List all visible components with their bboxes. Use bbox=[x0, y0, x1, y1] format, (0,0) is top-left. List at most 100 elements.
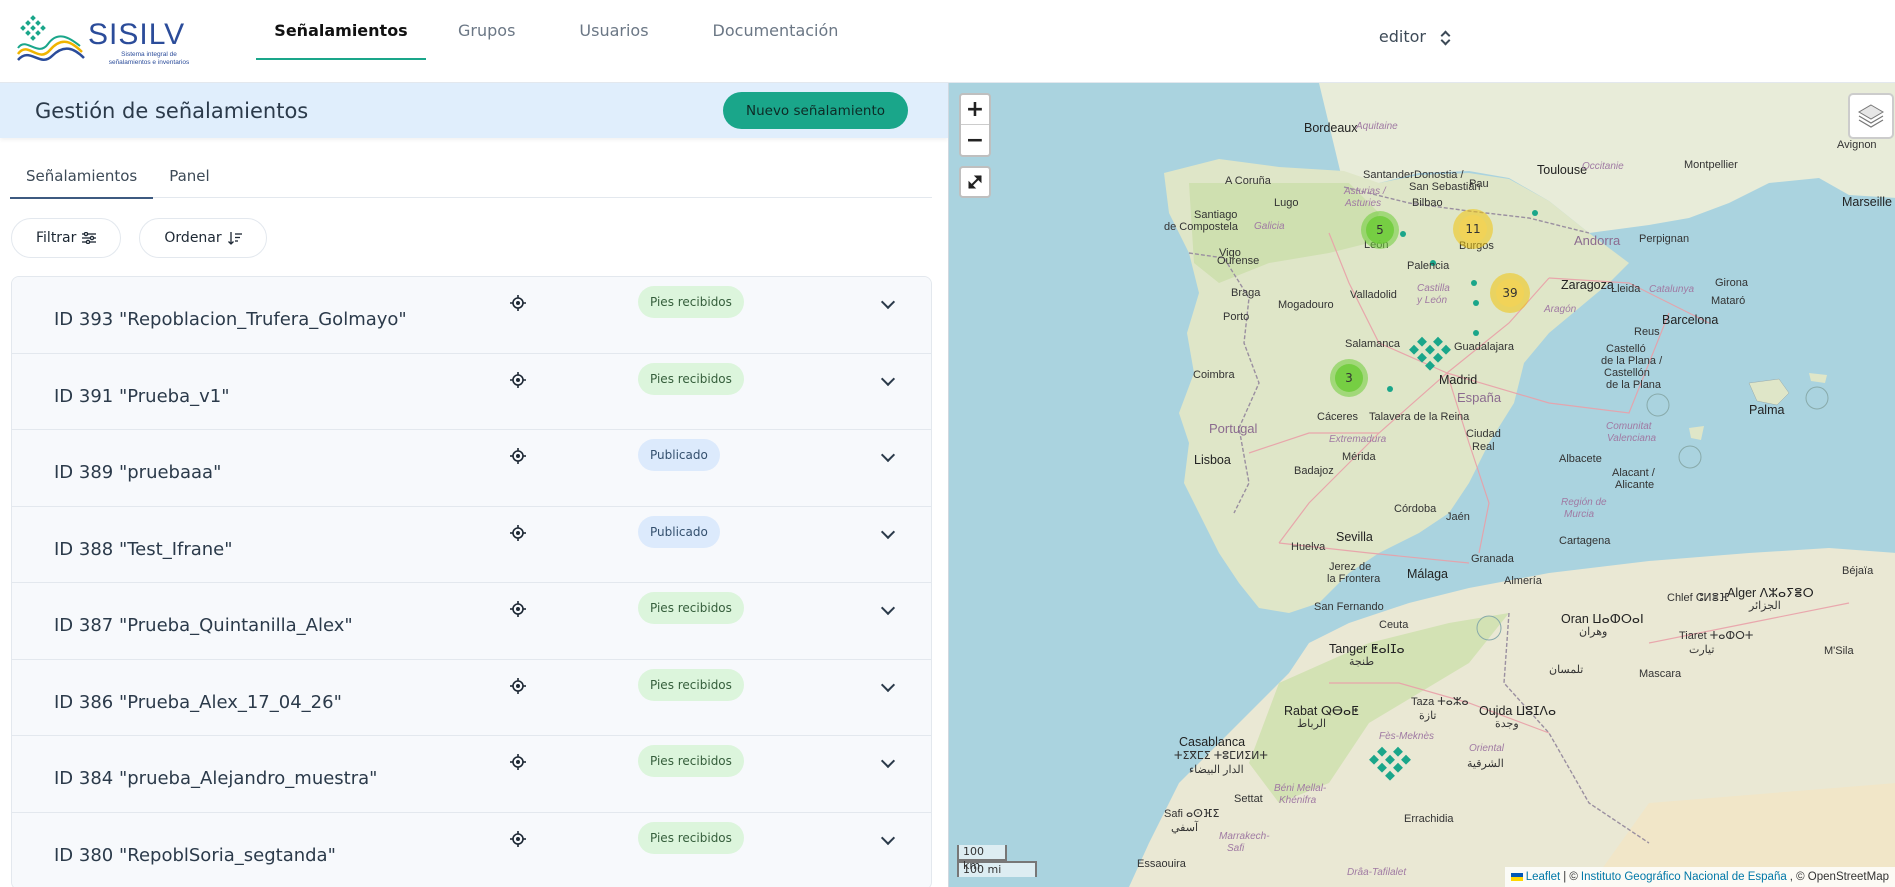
map-label-alger-ar: الجزائر bbox=[1749, 600, 1781, 612]
sisilv-logo[interactable]: SISILV Sistema integral de señalamientos… bbox=[16, 14, 189, 68]
chevron-down-icon[interactable] bbox=[880, 600, 896, 616]
map-label-asturies: Asturies bbox=[1345, 198, 1382, 209]
nav-item-documentacion[interactable]: Documentación bbox=[681, 0, 871, 60]
section-header: Gestión de señalamientos Nuevo señalamie… bbox=[0, 83, 948, 138]
locate-icon[interactable] bbox=[510, 524, 526, 541]
page-title: Gestión de señalamientos bbox=[35, 98, 309, 123]
chevron-down-icon[interactable] bbox=[880, 524, 896, 539]
status-badge: Publicado bbox=[638, 515, 720, 548]
list-item[interactable]: ID 389 "pruebaaa" Publicado bbox=[12, 430, 931, 507]
list-item[interactable]: ID 380 "RepoblSoria_segtanda" Pies recibi… bbox=[12, 812, 931, 887]
new-senalamiento-button[interactable]: Nuevo señalamiento bbox=[723, 92, 908, 129]
chevron-down-icon[interactable] bbox=[880, 294, 896, 310]
map-cluster-5[interactable]: 5 bbox=[1361, 211, 1399, 249]
list-item[interactable]: ID 391 "Prueba_v1" Pies recibidos bbox=[12, 353, 931, 430]
map-label-oujda: Oujda ⵡⵓⵊⴷⴰ bbox=[1479, 704, 1557, 718]
logo-subtitle: Sistema integral de señalamientos e inve… bbox=[108, 51, 190, 66]
map-label-mogadouro: Mogadouro bbox=[1278, 299, 1334, 311]
locate-icon[interactable] bbox=[510, 830, 526, 847]
zoom-out-button[interactable]: − bbox=[961, 125, 989, 155]
map-label-beni-2: Khénifra bbox=[1279, 795, 1317, 806]
map-label-draa-tafilalet: Drâa-Tafilalet bbox=[1347, 867, 1407, 878]
cluster-count: 3 bbox=[1335, 364, 1363, 392]
zoom-in-button[interactable]: + bbox=[961, 95, 989, 125]
status-badge: Pies recibidos bbox=[638, 286, 744, 318]
map-label-barcelona: Barcelona bbox=[1662, 313, 1719, 327]
map-label-castello-4: de la Plana bbox=[1606, 379, 1662, 391]
list-item[interactable]: ID 384 "prueba_Alejandro_muestra" Pies re… bbox=[12, 736, 931, 813]
cluster-count: 39 bbox=[1496, 279, 1524, 307]
logo-text: SISILV bbox=[88, 18, 186, 51]
cluster-count: 5 bbox=[1366, 216, 1394, 244]
chevron-down-icon[interactable] bbox=[880, 447, 896, 463]
fullscreen-button[interactable] bbox=[959, 166, 991, 198]
map-label-oujda-ar: وجدة bbox=[1495, 718, 1519, 730]
map-label-errachidia: Errachidia bbox=[1404, 813, 1454, 825]
senalamiento-title: ID 384 "prueba_Alejandro_muestra" bbox=[54, 768, 378, 789]
locate-icon[interactable] bbox=[510, 754, 526, 770]
senalamiento-title: ID 386 "Prueba_Alex_17_04_26" bbox=[54, 691, 342, 713]
map-label-asturias: Asturias / bbox=[1344, 186, 1386, 197]
locate-icon[interactable] bbox=[510, 371, 526, 388]
map-attribution: Leaflet | © Instituto Geográfico Naciona… bbox=[1504, 867, 1895, 887]
tab-senalamientos[interactable]: Señalamientos bbox=[10, 153, 154, 199]
map-label-perpignan: Perpignan bbox=[1639, 233, 1690, 245]
locate-icon[interactable] bbox=[510, 601, 526, 617]
chevron-down-icon[interactable] bbox=[880, 753, 896, 769]
sort-descending-icon bbox=[227, 231, 242, 245]
sort-button[interactable]: Ordenar bbox=[139, 218, 267, 258]
status-badge: Pies recibidos bbox=[638, 362, 744, 395]
map-circle-east bbox=[1646, 393, 1670, 417]
chevron-down-icon[interactable] bbox=[880, 371, 896, 386]
nav-item-senalamientos[interactable]: Señalamientos bbox=[256, 0, 426, 60]
ign-link[interactable]: Instituto Geográfico Nacional de España bbox=[1581, 871, 1787, 883]
map-label-fes-meknes: Fès-Meknès bbox=[1379, 731, 1435, 742]
filter-button[interactable]: Filtrar bbox=[11, 218, 122, 258]
map-label-safi-ar: آسفي bbox=[1171, 822, 1199, 834]
map-label-castello-2: de la Plana / bbox=[1601, 355, 1663, 367]
map-label-palma: Palma bbox=[1749, 403, 1785, 417]
map-label-oran-ar: وهران bbox=[1579, 626, 1608, 638]
map-label-mascara: Mascara bbox=[1639, 668, 1682, 680]
map-label-coimbra: Coimbra bbox=[1193, 369, 1235, 381]
user-name: editor bbox=[1378, 27, 1426, 46]
map-cluster-3[interactable]: 3 bbox=[1330, 359, 1368, 397]
map-cluster-11[interactable]: 11 bbox=[1453, 209, 1493, 249]
map-view[interactable]: Bordeaux Aquitaine Toulouse Occitanie Mo… bbox=[948, 83, 1895, 887]
map-label-santander: Santander bbox=[1363, 169, 1414, 181]
leaflet-link[interactable]: Leaflet bbox=[1526, 871, 1561, 883]
list-item[interactable]: ID 387 "Prueba_Quintanilla_Alex" Pies rec… bbox=[12, 583, 931, 660]
map-label-casablanca: Casablanca bbox=[1179, 735, 1246, 749]
user-menu[interactable]: editor bbox=[1379, 27, 1450, 46]
senalamientos-panel: Gestión de señalamientos Nuevo señalamie… bbox=[0, 83, 948, 887]
map-label-oriental-ar: الشرقية bbox=[1467, 758, 1504, 770]
map-label-jaen: Jaén bbox=[1446, 511, 1470, 523]
list-item[interactable]: ID 386 "Prueba_Alex_17_04_26" Pies recibi… bbox=[12, 659, 931, 736]
panel-tabs: Señalamientos Panel bbox=[10, 153, 932, 199]
locate-icon[interactable] bbox=[510, 448, 526, 464]
list-item[interactable]: ID 388 "Test_Ifrane" Publicado bbox=[12, 506, 931, 583]
nav-item-usuarios[interactable]: Usuarios bbox=[547, 0, 680, 60]
senalamiento-title: ID 391 "Prueba_v1" bbox=[54, 385, 230, 407]
locate-icon[interactable] bbox=[510, 677, 526, 694]
list-item[interactable]: ID 393 "Repoblacion_Trufera_Golmayo" Pies… bbox=[12, 277, 931, 354]
map-label-rabat-ar: الرباط bbox=[1297, 718, 1327, 730]
layers-control-button[interactable] bbox=[1848, 93, 1894, 139]
map-label-cartagena: Cartagena bbox=[1559, 535, 1611, 547]
map-label-ciudad: Ciudad bbox=[1466, 428, 1501, 440]
locate-icon[interactable] bbox=[510, 295, 526, 311]
chevron-down-icon[interactable] bbox=[880, 677, 896, 692]
nav-item-grupos[interactable]: Grupos bbox=[426, 0, 547, 60]
map-label-catalunya: Catalunya bbox=[1649, 284, 1695, 295]
map-label-lugo: Lugo bbox=[1274, 197, 1299, 209]
map-cluster-39[interactable]: 39 bbox=[1490, 273, 1530, 313]
scale-mi: 100 mi bbox=[957, 861, 1037, 877]
map-label-espana: España bbox=[1457, 390, 1502, 405]
map-label-de-compostela: de Compostela bbox=[1164, 221, 1238, 233]
map-label-guadalajara: Guadalajara bbox=[1454, 341, 1514, 353]
tab-panel[interactable]: Panel bbox=[153, 153, 225, 198]
map-label-beni-1: Béni Mellal- bbox=[1274, 783, 1327, 794]
status-badge: Pies recibidos bbox=[638, 745, 744, 777]
map-label-casablanca-tf: ⵜⵉⴳⵎⵉ ⵜⵓⵎⵍⵉⵍⵜ bbox=[1174, 750, 1268, 762]
chevron-down-icon[interactable] bbox=[880, 830, 896, 845]
